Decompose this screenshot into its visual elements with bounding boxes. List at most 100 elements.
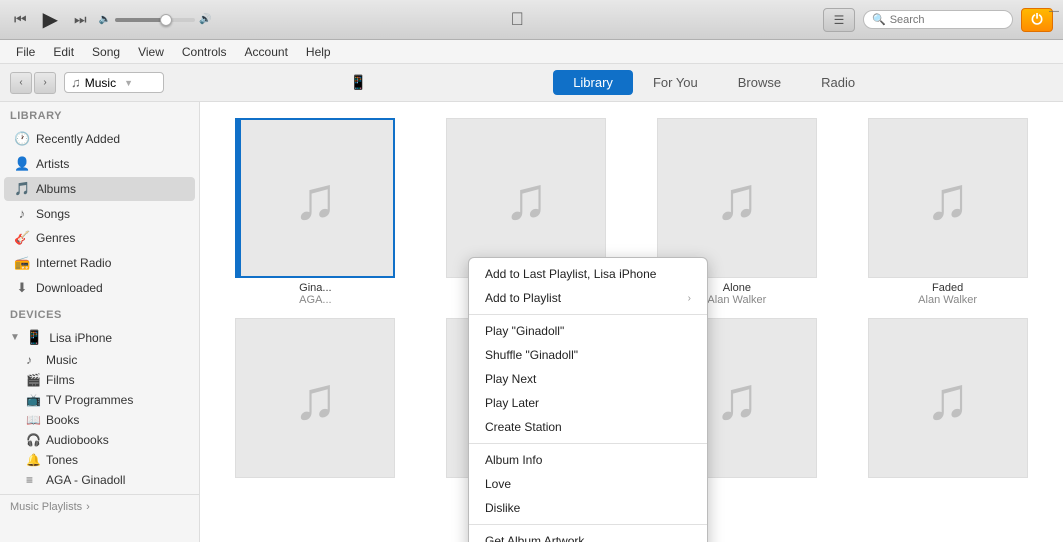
- sidebar-item-label: Internet Radio: [36, 256, 111, 270]
- music-sub-icon: ♪: [26, 353, 40, 367]
- music-playlists-footer[interactable]: Music Playlists ›: [0, 494, 199, 519]
- music-note-icon: ♫: [504, 164, 549, 233]
- sub-item-audiobooks[interactable]: 🎧 Audiobooks: [0, 430, 199, 450]
- menu-view[interactable]: View: [130, 43, 172, 61]
- ctx-dislike[interactable]: Dislike: [469, 496, 707, 520]
- album-artist: Alan Walker: [707, 294, 766, 306]
- album-art-2[interactable]: ♫: [446, 118, 606, 278]
- music-note-icon: ♫: [293, 164, 338, 233]
- volume-slider[interactable]: 🔈 🔊: [99, 14, 212, 25]
- sidebar-item-albums[interactable]: 🎵 Albums: [4, 177, 195, 201]
- internet-radio-icon: 📻: [14, 255, 30, 271]
- nav-forward-button[interactable]: ›: [34, 72, 56, 94]
- ctx-play-ginadoll[interactable]: Play "Ginadoll": [469, 319, 707, 343]
- films-sub-icon: 🎬: [26, 373, 40, 387]
- search-icon: 🔍: [872, 13, 886, 26]
- ctx-play-next[interactable]: Play Next: [469, 367, 707, 391]
- menu-bar: File Edit Song View Controls Account Hel…: [0, 40, 1063, 64]
- album-card[interactable]: ♫ Gina... AGA...: [216, 118, 415, 306]
- transport-controls: ⏮ ▶ ⏭ 🔈 🔊: [10, 5, 212, 34]
- search-box[interactable]: 🔍: [863, 10, 1013, 29]
- minimize-button[interactable]: —: [1049, 6, 1059, 17]
- ctx-shuffle-ginadoll[interactable]: Shuffle "Ginadoll": [469, 343, 707, 367]
- ctx-create-station[interactable]: Create Station: [469, 415, 707, 439]
- source-selector[interactable]: ♫ Music ▼: [64, 72, 164, 93]
- sidebar-item-artists[interactable]: 👤 Artists: [4, 152, 195, 176]
- ctx-get-album-artwork[interactable]: Get Album Artwork: [469, 529, 707, 542]
- sub-item-aga-ginadoll[interactable]: ≡ AGA - Ginadoll: [0, 470, 199, 490]
- ctx-add-to-playlist[interactable]: Add to Playlist ›: [469, 286, 707, 310]
- sidebar-item-songs[interactable]: ♪ Songs: [4, 202, 195, 225]
- ctx-item-label: Add to Playlist: [485, 291, 561, 305]
- tab-library[interactable]: Library: [553, 70, 633, 95]
- album-card[interactable]: ♫: [848, 318, 1047, 478]
- menu-help[interactable]: Help: [298, 43, 339, 61]
- playlists-label: Music Playlists: [10, 501, 82, 513]
- recently-added-icon: 🕐: [14, 131, 30, 147]
- menu-file[interactable]: File: [8, 43, 43, 61]
- nav-back-button[interactable]: ‹: [10, 72, 32, 94]
- ctx-play-later[interactable]: Play Later: [469, 391, 707, 415]
- ctx-album-info[interactable]: Album Info: [469, 448, 707, 472]
- menu-edit[interactable]: Edit: [45, 43, 82, 61]
- sidebar-item-internet-radio[interactable]: 📻 Internet Radio: [4, 251, 195, 275]
- play-button[interactable]: ▶: [39, 5, 62, 34]
- sub-item-tv-programmes[interactable]: 📺 TV Programmes: [0, 390, 199, 410]
- ctx-item-label: Add to Last Playlist, Lisa iPhone: [485, 267, 656, 281]
- tab-for-you[interactable]: For You: [633, 70, 718, 95]
- aga-sub-icon: ≡: [26, 473, 40, 487]
- slider-thumb[interactable]: [160, 14, 172, 26]
- list-view-icon: ☰: [834, 13, 845, 27]
- sub-item-label: TV Programmes: [46, 393, 133, 407]
- downloaded-icon: ⬇: [14, 280, 30, 296]
- album-art-1[interactable]: ♫: [235, 118, 395, 278]
- ctx-love[interactable]: Love: [469, 472, 707, 496]
- device-icon[interactable]: 📱: [350, 74, 367, 91]
- album-art-3[interactable]: ♫: [657, 118, 817, 278]
- forward-button[interactable]: ⏭: [70, 9, 91, 30]
- album-card[interactable]: ♫ Faded Alan Walker: [848, 118, 1047, 306]
- ctx-add-last-playlist[interactable]: Add to Last Playlist, Lisa iPhone: [469, 262, 707, 286]
- rewind-button[interactable]: ⏮: [10, 9, 31, 30]
- list-view-button[interactable]: ☰: [823, 8, 855, 32]
- apple-logo-icon: : [511, 9, 525, 30]
- volume-high-icon: 🔊: [199, 14, 211, 25]
- device-lisa-iphone[interactable]: ▼ 📱 Lisa iPhone: [0, 325, 199, 350]
- menu-song[interactable]: Song: [84, 43, 128, 61]
- sidebar-item-label: Artists: [36, 157, 69, 171]
- menu-account[interactable]: Account: [237, 43, 296, 61]
- slider-track[interactable]: [115, 18, 195, 22]
- menu-controls[interactable]: Controls: [174, 43, 235, 61]
- album-title: Alone: [723, 282, 751, 294]
- ctx-item-label: Play Next: [485, 372, 536, 386]
- tab-browse[interactable]: Browse: [718, 70, 801, 95]
- ctx-separator: [469, 524, 707, 525]
- tones-sub-icon: 🔔: [26, 453, 40, 467]
- sub-item-films[interactable]: 🎬 Films: [0, 370, 199, 390]
- sub-item-books[interactable]: 📖 Books: [0, 410, 199, 430]
- album-art-5[interactable]: ♫: [235, 318, 395, 478]
- ctx-separator: [469, 314, 707, 315]
- sidebar-item-label: Albums: [36, 182, 76, 196]
- main-layout: Library 🕐 Recently Added 👤 Artists 🎵 Alb…: [0, 102, 1063, 542]
- search-input[interactable]: [890, 14, 1000, 26]
- tab-radio[interactable]: Radio: [801, 70, 875, 95]
- music-note-icon: ♫: [714, 364, 759, 433]
- library-section-title: Library: [0, 102, 199, 126]
- music-note-icon: ♫: [925, 364, 970, 433]
- sidebar-item-label: Downloaded: [36, 281, 103, 295]
- sidebar-item-downloaded[interactable]: ⬇ Downloaded: [4, 276, 195, 300]
- audiobooks-sub-icon: 🎧: [26, 433, 40, 447]
- albums-icon: 🎵: [14, 181, 30, 197]
- device-expand-icon: ▼: [10, 332, 20, 343]
- album-art-4[interactable]: ♫: [868, 118, 1028, 278]
- sub-item-music[interactable]: ♪ Music: [0, 350, 199, 370]
- ctx-item-label: Album Info: [485, 453, 542, 467]
- album-card[interactable]: ♫: [216, 318, 415, 478]
- nav-bar: ‹ › ♫ Music ▼ 📱 Library For You Browse R…: [0, 64, 1063, 102]
- title-bar: ⏮ ▶ ⏭ 🔈 🔊  ☰ 🔍 ⏻ —: [0, 0, 1063, 40]
- album-art-8[interactable]: ♫: [868, 318, 1028, 478]
- sidebar-item-genres[interactable]: 🎸 Genres: [4, 226, 195, 250]
- sidebar-item-recently-added[interactable]: 🕐 Recently Added: [4, 127, 195, 151]
- sub-item-tones[interactable]: 🔔 Tones: [0, 450, 199, 470]
